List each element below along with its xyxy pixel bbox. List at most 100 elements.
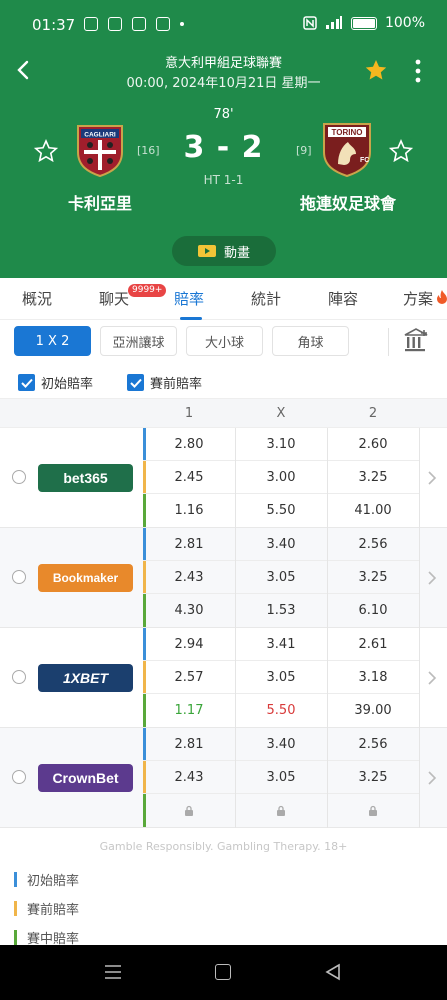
status-time: 01:37 <box>32 16 76 34</box>
legend-label: 初始賠率 <box>27 874 80 889</box>
column-away: 2 <box>368 406 378 421</box>
chevron-right-icon[interactable] <box>427 570 437 586</box>
status-bar: 01:37 100% <box>0 0 447 50</box>
tab-stats[interactable]: 統計 <box>251 288 281 309</box>
odds-cell: 3.05 <box>235 661 327 694</box>
app-notification-icon <box>132 17 146 31</box>
battery-level: 100% <box>384 15 425 31</box>
odds-cell-down: 1.17 <box>174 703 204 718</box>
follow-away-star-icon[interactable] <box>389 139 413 163</box>
pre-match-odds-checkbox[interactable]: 賽前賠率 <box>127 373 202 392</box>
bookmaker-row-bookmaker[interactable]: Bookmaker 2.81 3.40 2.56 2.43 3.05 3.25 … <box>0 528 447 628</box>
bookmaker-settings-icon[interactable] <box>402 326 430 354</box>
away-rank: [9] <box>296 144 312 157</box>
tab-overview[interactable]: 概況 <box>22 288 52 309</box>
odds-cell: 3.40 <box>235 528 327 561</box>
legend-initial: 初始賠率 <box>14 870 79 889</box>
initial-odds-checkbox[interactable]: 初始賠率 <box>18 373 93 392</box>
select-radio[interactable] <box>12 770 26 784</box>
odds-cell: 3.18 <box>327 661 419 694</box>
odds-cell: 3.10 <box>235 428 327 461</box>
odds-cell: 3.40 <box>235 728 327 761</box>
odds-cell: 2.94 <box>143 628 235 661</box>
select-radio[interactable] <box>12 670 26 684</box>
legend-color <box>14 872 17 887</box>
bookmaker-logo: Bookmaker <box>38 564 133 592</box>
app-notification-icon <box>84 17 98 31</box>
ai-notification-icon <box>108 17 122 31</box>
locked-odds-cell <box>143 794 235 827</box>
home-team-name[interactable]: 卡利亞里 <box>48 190 152 214</box>
tab-chat[interactable]: 聊天 <box>99 288 129 309</box>
bookmaker-row-bet365[interactable]: bet365 2.80 3.10 2.60 2.45 3.00 3.25 1.1… <box>0 428 447 528</box>
subtab-over-under[interactable]: 大小球 <box>186 326 263 356</box>
bet365-logo: bet365 <box>38 464 133 492</box>
back-icon[interactable] <box>325 963 341 981</box>
notification-icons <box>84 17 184 31</box>
home-icon[interactable] <box>215 964 231 980</box>
chevron-right-icon[interactable] <box>427 770 437 786</box>
odds-cell: 1.53 <box>266 603 296 618</box>
column-divider <box>235 428 236 528</box>
odds-cell: 2.56 <box>327 528 419 561</box>
checkbox-checked-icon <box>127 374 144 391</box>
odds-cell-up: 5.50 <box>266 703 296 718</box>
favorite-star-icon[interactable] <box>364 58 388 82</box>
pre-match-odds-label: 賽前賠率 <box>150 377 203 392</box>
checkbox-checked-icon <box>18 374 35 391</box>
odds-cell: 2.43 <box>143 761 235 794</box>
column-divider <box>419 528 420 628</box>
legend-color <box>14 901 17 916</box>
system-navigation-bar <box>0 945 447 1000</box>
odds-cell: 2.56 <box>327 728 419 761</box>
column-draw: X <box>276 406 286 421</box>
odds-cell: 3.25 <box>327 761 419 794</box>
odds-cell: 3.05 <box>235 561 327 594</box>
away-team-name[interactable]: 拖連奴足球會 <box>290 190 406 214</box>
odds-cell: 2.45 <box>143 461 235 494</box>
animation-button[interactable]: 動畫 <box>172 236 276 266</box>
bookmaker-row-1xbet[interactable]: 1XBET 2.94 3.41 2.61 2.57 3.05 3.18 1.17… <box>0 628 447 728</box>
odds-cell: 41.00 <box>354 503 392 518</box>
column-home: 1 <box>184 406 194 421</box>
legend-color <box>14 930 17 945</box>
legend-pre-match: 賽前賠率 <box>14 899 79 918</box>
odds-cell: 6.10 <box>358 603 388 618</box>
column-divider <box>419 728 420 828</box>
subtab-asian-handicap[interactable]: 亞洲讓球 <box>100 326 177 356</box>
odds-cell: 3.25 <box>327 461 419 494</box>
locked-odds-cell <box>327 794 419 827</box>
odds-cell: 3.25 <box>327 561 419 594</box>
signal-icon <box>325 16 342 29</box>
subtab-1x2[interactable]: 1 X 2 <box>14 326 91 356</box>
initial-odds-label: 初始賠率 <box>41 377 94 392</box>
legend-label: 賽前賠率 <box>27 903 80 918</box>
1xbet-logo: 1XBET <box>38 664 133 692</box>
fire-icon <box>437 290 447 304</box>
chevron-right-icon[interactable] <box>427 670 437 686</box>
half-time-score: HT 1-1 <box>203 173 244 187</box>
match-score: 3 - 2 <box>183 130 264 165</box>
status-right: 100% <box>303 15 425 31</box>
column-divider <box>327 428 328 528</box>
animation-label: 動畫 <box>223 245 250 261</box>
recent-apps-icon[interactable] <box>104 964 122 980</box>
tab-odds[interactable]: 賠率 <box>174 288 204 309</box>
odds-cell: 2.57 <box>143 661 235 694</box>
tab-lineup[interactable]: 陣容 <box>328 288 358 309</box>
select-radio[interactable] <box>12 470 26 484</box>
odds-cell: 1.16 <box>174 503 204 518</box>
more-options-icon[interactable] <box>410 58 426 84</box>
divider <box>388 328 389 356</box>
tab-tips[interactable]: 方案 <box>403 288 433 309</box>
odds-cell: 2.81 <box>143 728 235 761</box>
lock-icon <box>277 805 285 816</box>
chevron-right-icon[interactable] <box>427 470 437 486</box>
column-divider <box>419 628 420 728</box>
bookmaker-row-crownbet[interactable]: CrownBet 2.81 3.40 2.56 2.43 3.05 3.25 <box>0 728 447 828</box>
away-team-logo[interactable]: TORINO FC <box>320 120 374 178</box>
odds-filters: 初始賠率 賽前賠率 <box>0 368 447 396</box>
subtab-corners[interactable]: 角球 <box>272 326 349 356</box>
odds-cell: 2.43 <box>143 561 235 594</box>
select-radio[interactable] <box>12 570 26 584</box>
